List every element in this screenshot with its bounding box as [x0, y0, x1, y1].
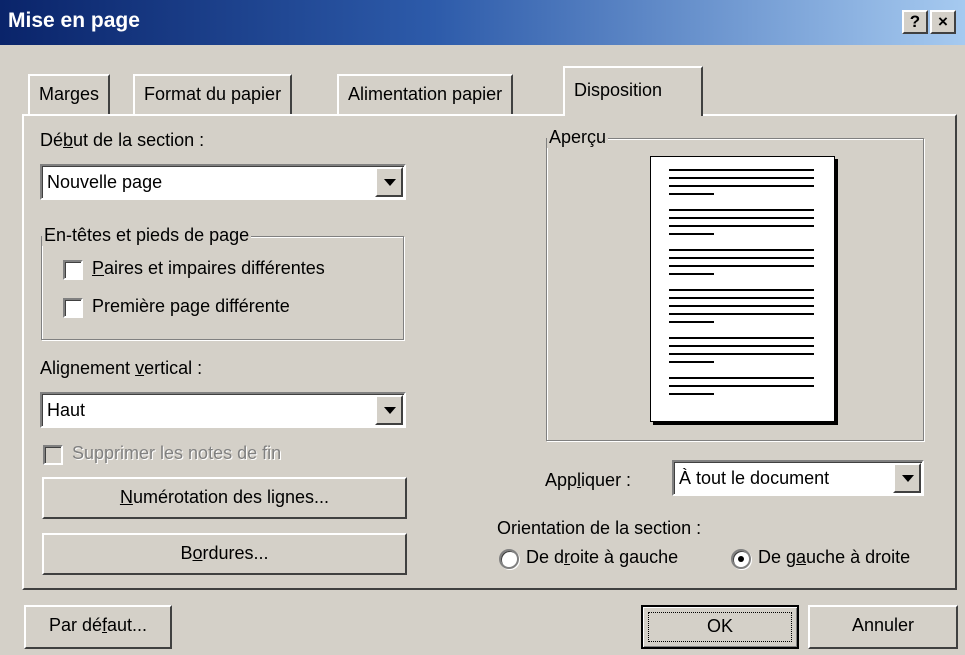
section-start-select[interactable]: Nouvelle page: [40, 164, 406, 200]
preview-line: [669, 257, 814, 259]
preview-line: [669, 297, 814, 299]
tab-format-du-papier[interactable]: Format du papier: [133, 74, 293, 114]
cancel-button[interactable]: Annuler: [808, 605, 958, 649]
vertical-alignment-select[interactable]: Haut: [40, 392, 406, 428]
preview-line: [669, 225, 814, 227]
preview-line: [669, 185, 814, 187]
ok-button[interactable]: OK: [641, 605, 799, 649]
section-start-label: Début de la section :: [40, 130, 205, 150]
odd-even-label[interactable]: Paires et impaires différentes: [92, 258, 325, 279]
borders-button[interactable]: Bordures...: [42, 533, 407, 575]
close-icon: ×: [938, 12, 948, 31]
ok-button-label: OK: [648, 612, 792, 642]
preview-legend: Aperçu: [547, 127, 609, 148]
preview-line: [669, 353, 814, 355]
default-button[interactable]: Par défaut...: [24, 605, 172, 649]
window-title: Mise en page: [8, 9, 140, 32]
help-button[interactable]: ?: [902, 10, 928, 34]
preview-line: [669, 209, 814, 211]
tab-disposition[interactable]: Disposition: [563, 66, 703, 116]
odd-even-checkbox[interactable]: [63, 260, 83, 280]
first-page-label[interactable]: Première page différente: [92, 296, 290, 317]
tab-alimentation-papier[interactable]: Alimentation papier: [337, 74, 514, 114]
suppress-endnotes-checkbox[interactable]: [43, 445, 63, 465]
apply-to-label: Appliquer :: [545, 470, 632, 490]
ltr-radio[interactable]: [731, 549, 751, 569]
vertical-alignment-value: Haut: [47, 400, 86, 420]
preview-line: [669, 265, 814, 267]
preview-line: [669, 169, 814, 171]
first-page-checkbox[interactable]: [63, 298, 83, 318]
preview-line: [669, 217, 814, 219]
close-button[interactable]: ×: [930, 10, 956, 34]
apply-to-select[interactable]: À tout le document: [672, 460, 924, 496]
preview-line: [669, 193, 714, 195]
preview-line: [669, 289, 814, 291]
orientation-label: Orientation de la section :: [497, 518, 702, 538]
section-start-value: Nouvelle page: [47, 172, 163, 192]
chevron-down-icon[interactable]: [375, 167, 403, 197]
preview-line: [669, 177, 814, 179]
suppress-endnotes-label: Supprimer les notes de fin: [72, 443, 282, 463]
chevron-down-icon[interactable]: [893, 463, 921, 493]
title-bar: Mise en page ? ×: [0, 0, 965, 45]
rtl-label[interactable]: De droite à gauche: [526, 547, 678, 568]
vertical-alignment-label: Alignement vertical :: [40, 358, 203, 378]
preview-line: [669, 313, 814, 315]
preview-line: [669, 361, 714, 363]
preview-line: [669, 377, 814, 379]
line-numbers-button[interactable]: Numérotation des lignes...: [42, 477, 407, 519]
preview-line: [669, 273, 714, 275]
headers-footers-legend: En-têtes et pieds de page: [42, 225, 252, 246]
preview-line: [669, 393, 714, 395]
preview-line: [669, 345, 814, 347]
ltr-label[interactable]: De gauche à droite: [758, 547, 910, 568]
tab-marges[interactable]: Marges: [28, 74, 111, 114]
chevron-down-icon[interactable]: [375, 395, 403, 425]
headers-footers-group: En-têtes et pieds de page: [41, 225, 404, 340]
preview-line: [669, 321, 714, 323]
preview-line: [669, 233, 714, 235]
rtl-radio[interactable]: [499, 549, 519, 569]
preview-line: [669, 305, 814, 307]
preview-line: [669, 385, 814, 387]
preview-line: [669, 337, 814, 339]
apply-to-value: À tout le document: [679, 468, 830, 488]
preview-page: [650, 156, 835, 422]
preview-line: [669, 249, 814, 251]
